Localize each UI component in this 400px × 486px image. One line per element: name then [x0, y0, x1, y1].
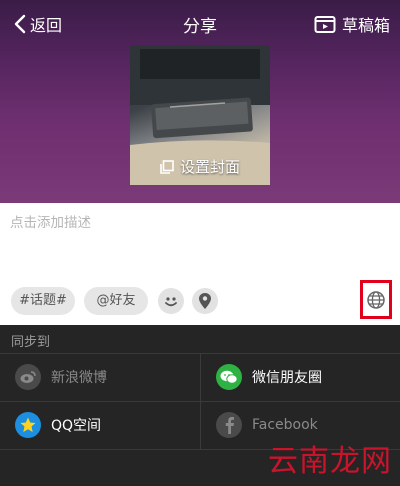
qzone-icon: [15, 412, 41, 438]
smiley-icon: [165, 297, 177, 307]
tag-toolbar: #话题# @好友: [0, 287, 400, 317]
nav-bar: 返回 分享 草稿箱: [0, 0, 400, 46]
share-header: 返回 分享 草稿箱 设置封面: [0, 0, 400, 203]
globe-icon: [367, 290, 385, 309]
sync-weibo[interactable]: 新浪微博: [0, 357, 200, 397]
cover-image[interactable]: 设置封面: [130, 45, 270, 185]
location-button[interactable]: [192, 288, 218, 314]
set-cover-label: 设置封面: [179, 158, 240, 176]
sync-weibo-label: 新浪微博: [51, 370, 107, 386]
description-input[interactable]: 点击添加描述: [10, 211, 91, 231]
drafts-button[interactable]: 草稿箱: [314, 12, 390, 36]
drafts-label: 草稿箱: [341, 16, 390, 35]
set-cover-button[interactable]: 设置封面: [130, 156, 270, 177]
emoji-button[interactable]: [158, 288, 184, 314]
sync-facebook-label: Facebook: [252, 417, 318, 433]
location-pin-icon: [199, 293, 211, 309]
sync-panel: 同步到 新浪微博 微信朋友圈 QQ空间 Facebook 云南龙网: [0, 325, 400, 486]
topic-button[interactable]: #话题#: [11, 287, 75, 315]
drafts-icon: [314, 16, 336, 33]
watermark: 云南龙网: [268, 444, 392, 479]
weibo-icon: [15, 364, 41, 390]
wechat-moments-icon: [216, 364, 242, 390]
sync-qzone[interactable]: QQ空间: [0, 405, 200, 445]
sync-title: 同步到: [11, 335, 51, 350]
sync-wechat-label: 微信朋友圈: [252, 370, 322, 386]
visibility-button[interactable]: [360, 280, 392, 319]
copy-icon: [160, 159, 174, 174]
facebook-icon: [216, 412, 242, 438]
sync-qzone-label: QQ空间: [51, 418, 102, 434]
mention-friend-button[interactable]: @好友: [84, 287, 148, 315]
sync-wechat-moments[interactable]: 微信朋友圈: [201, 357, 400, 397]
